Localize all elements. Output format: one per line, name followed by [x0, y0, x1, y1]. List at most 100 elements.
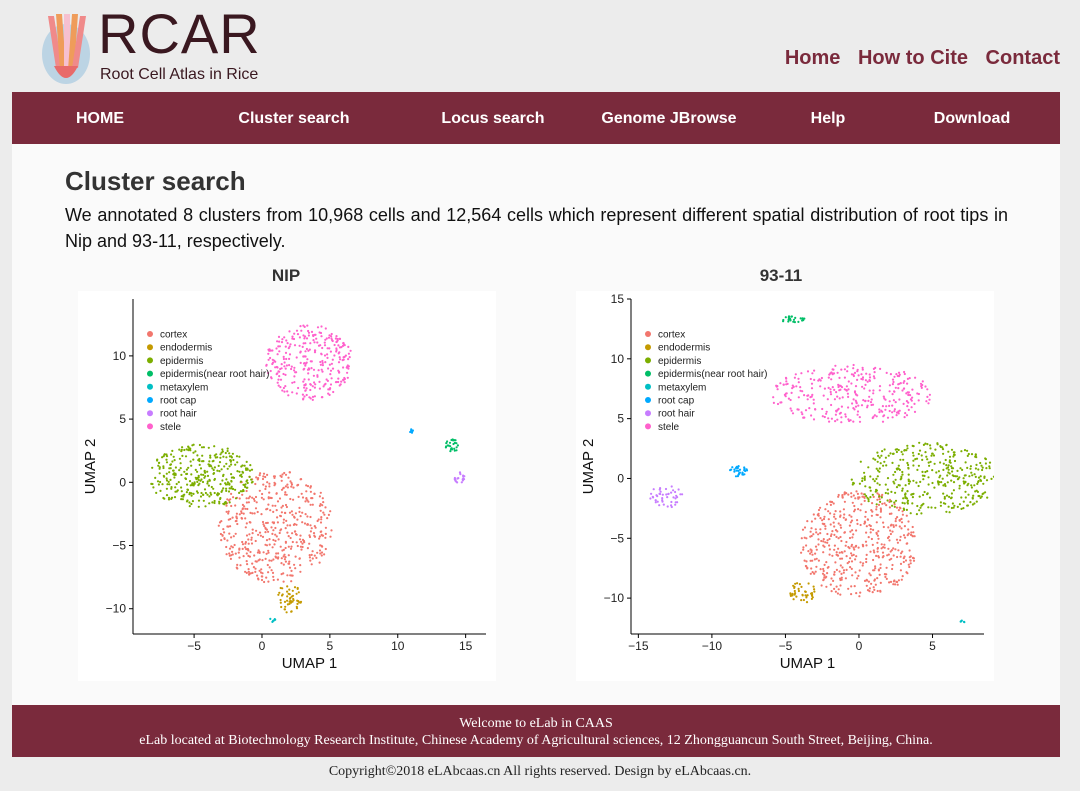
data-point: [813, 572, 816, 575]
data-point: [834, 420, 837, 423]
nav-home[interactable]: HOME: [52, 92, 148, 144]
data-point: [868, 587, 871, 590]
data-point: [173, 496, 177, 499]
data-point: [896, 583, 899, 586]
data-point: [333, 354, 336, 357]
data-point: [288, 330, 291, 333]
data-point: [785, 380, 788, 383]
rice-root-logo-icon[interactable]: [40, 10, 92, 91]
data-point: [791, 412, 795, 415]
top-link-how-to-cite[interactable]: How to Cite: [858, 47, 968, 69]
data-point: [840, 405, 843, 408]
data-point: [264, 531, 267, 534]
data-point: [980, 495, 983, 498]
data-point: [836, 554, 839, 557]
data-point: [903, 449, 906, 452]
data-point: [850, 495, 853, 498]
data-point: [891, 452, 895, 455]
data-point: [271, 349, 274, 352]
data-point: [165, 479, 169, 482]
data-point: [658, 504, 661, 507]
data-point: [831, 530, 834, 533]
data-point: [322, 501, 325, 504]
data-point: [846, 370, 849, 373]
data-point: [833, 548, 836, 551]
data-point: [950, 465, 953, 468]
data-point: [230, 473, 233, 476]
nav-cluster-search[interactable]: Cluster search: [224, 92, 364, 144]
data-point: [174, 473, 177, 476]
data-point: [308, 535, 312, 539]
site-title[interactable]: RCAR: [98, 2, 261, 66]
data-point: [328, 363, 331, 366]
data-point: [848, 536, 852, 540]
data-point: [856, 370, 859, 373]
data-point: [269, 356, 272, 360]
data-point: [817, 508, 821, 512]
data-point: [884, 456, 887, 459]
data-point: [921, 470, 924, 473]
nav-genome-jbrowse[interactable]: Genome JBrowse: [592, 92, 746, 144]
nav-locus-search[interactable]: Locus search: [428, 92, 558, 144]
data-point: [247, 501, 250, 504]
data-point: [222, 528, 225, 531]
data-point: [960, 507, 963, 510]
data-point: [971, 474, 974, 477]
data-point: [320, 368, 323, 371]
data-point: [672, 489, 675, 492]
data-point: [254, 560, 257, 563]
data-point: [276, 340, 279, 343]
data-point: [887, 492, 890, 495]
data-point: [850, 560, 854, 563]
data-point: [872, 457, 875, 460]
data-point: [801, 413, 804, 416]
data-point: [875, 477, 878, 480]
data-point: [262, 498, 265, 501]
data-point: [249, 521, 252, 524]
data-point: [902, 560, 905, 564]
y-tick-label: 15: [611, 292, 625, 306]
data-point: [287, 394, 290, 397]
data-point: [247, 538, 250, 541]
data-point: [843, 493, 846, 496]
data-point: [810, 387, 814, 390]
data-point: [779, 401, 782, 404]
data-point: [289, 524, 292, 527]
top-link-contact[interactable]: Contact: [986, 47, 1060, 69]
data-point: [277, 593, 280, 596]
data-point: [674, 497, 677, 500]
data-point: [901, 489, 904, 492]
data-point: [875, 508, 878, 511]
data-point: [670, 504, 673, 507]
data-point: [304, 513, 307, 516]
cluster-endodermis: [789, 582, 816, 604]
data-point: [893, 482, 896, 485]
nav-download[interactable]: Download: [920, 92, 1024, 144]
data-point: [974, 467, 977, 470]
data-point: [884, 408, 887, 411]
data-point: [920, 454, 923, 457]
data-point: [198, 463, 201, 466]
data-point: [272, 538, 275, 542]
data-point: [892, 554, 895, 557]
legend-swatch: [645, 383, 651, 390]
nav-help[interactable]: Help: [798, 92, 858, 144]
data-point: [170, 453, 173, 456]
y-tick-label: 5: [617, 412, 624, 426]
data-point: [810, 414, 813, 417]
data-point: [942, 502, 945, 505]
data-point: [305, 484, 308, 487]
data-point: [228, 552, 231, 555]
data-point: [289, 599, 292, 603]
data-point: [161, 483, 164, 486]
data-point: [217, 524, 220, 527]
data-point: [206, 482, 209, 485]
top-link-home[interactable]: Home: [785, 47, 841, 69]
data-point: [810, 550, 813, 554]
data-point: [891, 563, 894, 567]
data-point: [942, 452, 945, 455]
data-point: [832, 372, 836, 375]
data-point: [895, 538, 899, 541]
data-point: [200, 478, 203, 481]
data-point: [970, 471, 973, 474]
